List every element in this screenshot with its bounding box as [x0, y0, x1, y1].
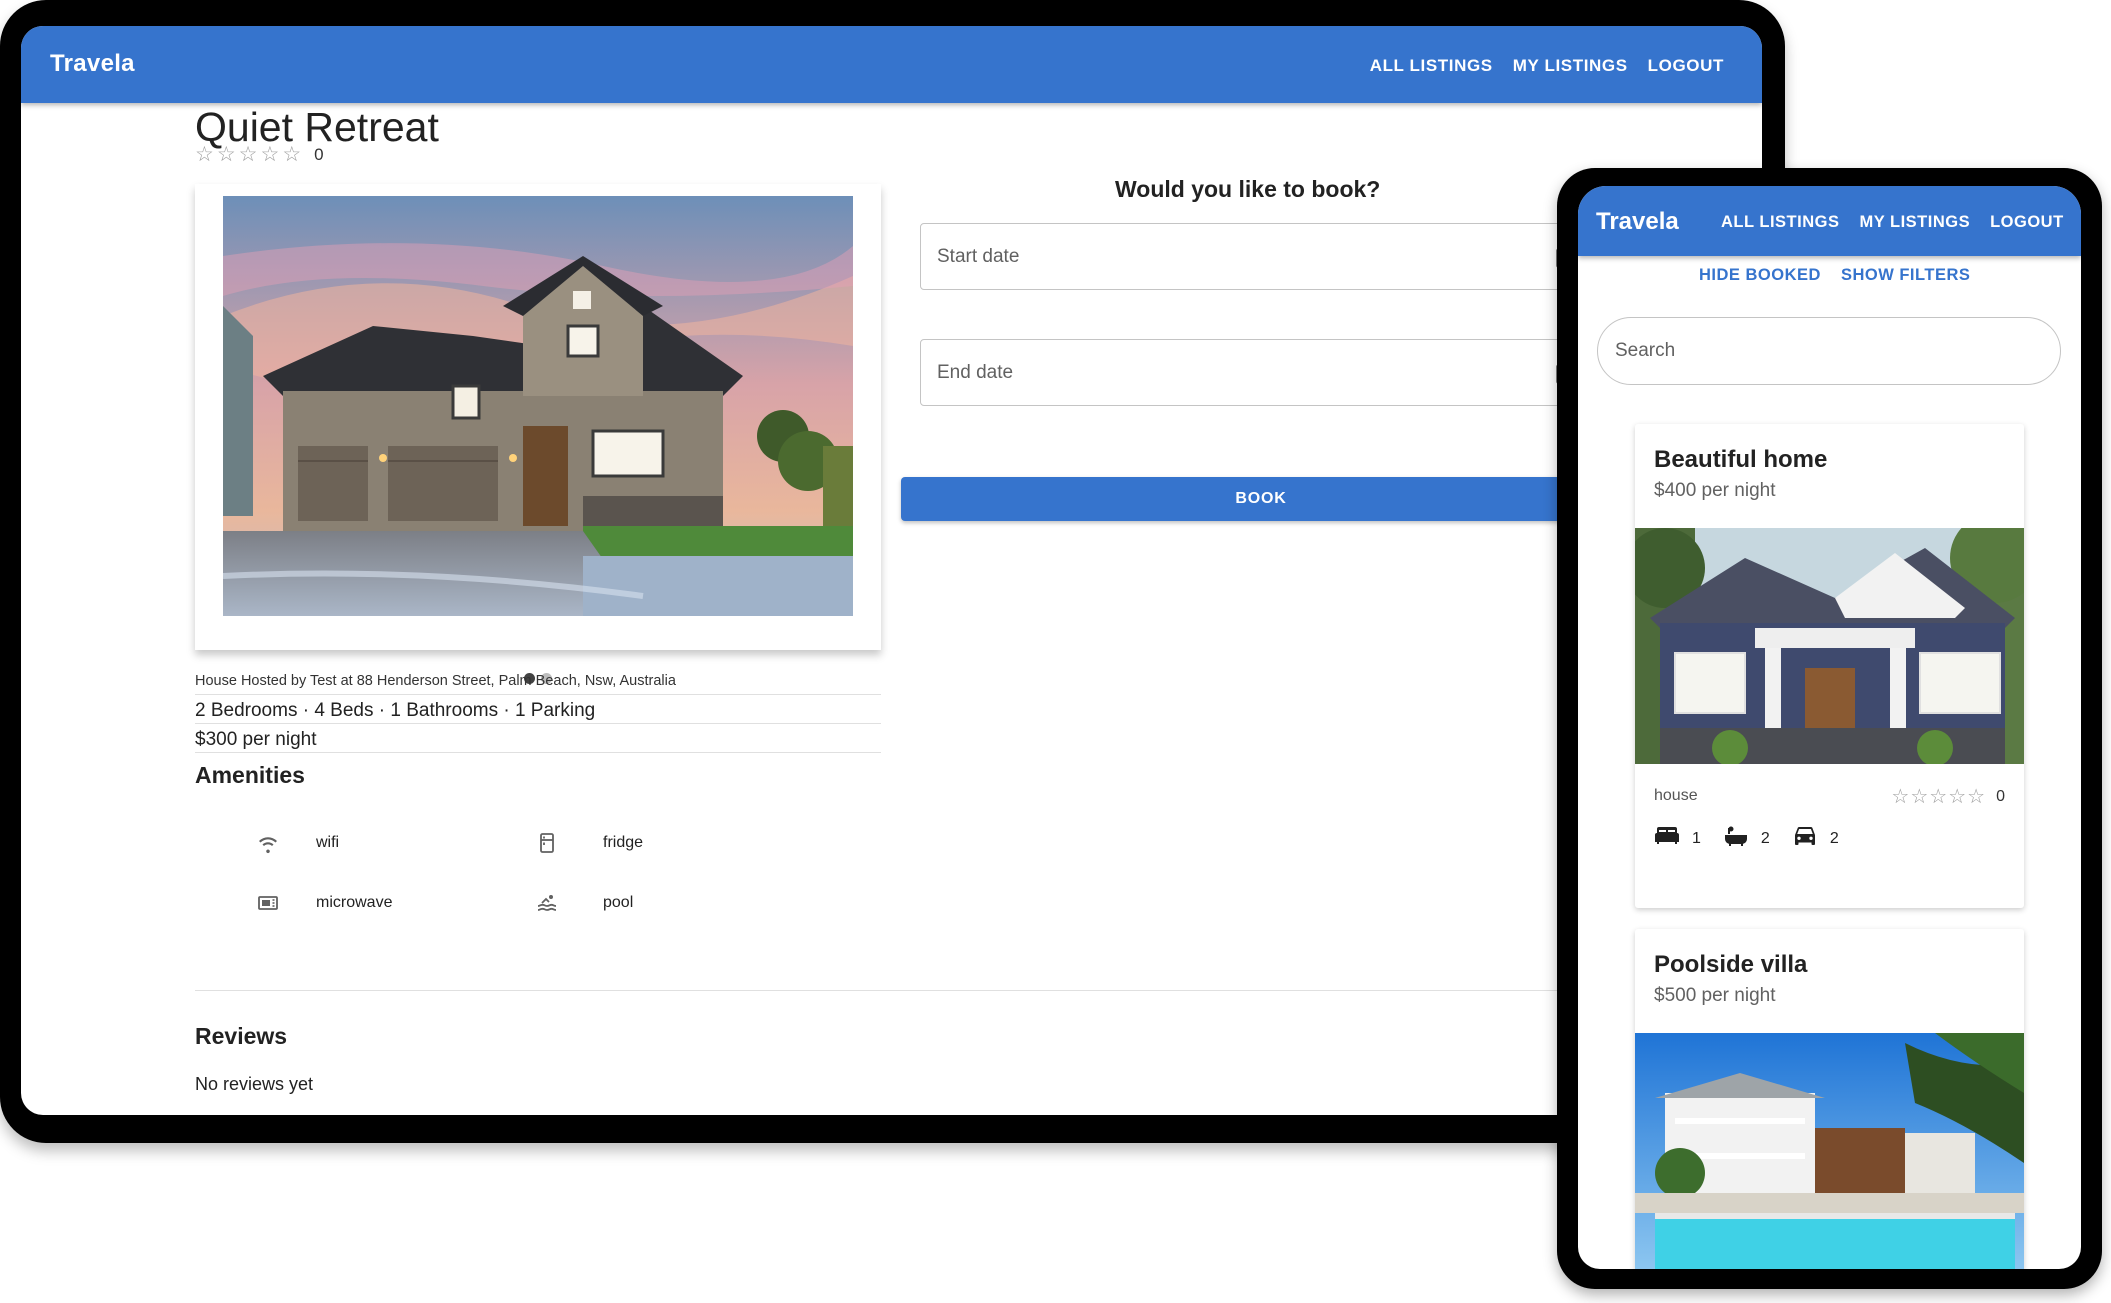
listing-card-price: $500 per night	[1654, 985, 1776, 1006]
photo-carousel[interactable]	[195, 184, 881, 650]
phone-device-frame: Travela ALL LISTINGS MY LISTINGS LOGOUT …	[1557, 168, 2102, 1289]
amenity-wifi: wifi	[254, 829, 339, 857]
top-nav: ALL LISTINGS MY LISTINGS LOGOUT	[1370, 56, 1724, 76]
amenity-label: pool	[603, 894, 634, 911]
rating-count: 0	[314, 144, 324, 164]
nav-my-listings[interactable]: MY LISTINGS	[1513, 56, 1628, 76]
reviews-heading: Reviews	[195, 1023, 288, 1049]
mobile-top-nav: ALL LISTINGS MY LISTINGS LOGOUT	[1721, 213, 2064, 232]
wifi-icon	[254, 829, 282, 857]
amenity-microwave: microwave	[254, 889, 392, 917]
divider	[195, 990, 1595, 991]
app-bar: Travela ALL LISTINGS MY LISTINGS LOGOUT	[21, 26, 1762, 103]
amenities-heading: Amenities	[195, 762, 305, 788]
divider	[195, 723, 881, 724]
bed-icon	[1654, 825, 1680, 852]
feature-value: 2	[1829, 829, 1839, 847]
feature-parking: 2	[1792, 825, 1839, 852]
tablet-screen: Travela ALL LISTINGS MY LISTINGS LOGOUT …	[21, 26, 1762, 1115]
hide-booked-button[interactable]: HIDE BOOKED	[1699, 266, 1821, 285]
bathtub-icon	[1723, 824, 1749, 853]
star-icon: ☆	[195, 143, 214, 166]
brand-logo[interactable]: Travela	[50, 50, 135, 78]
star-icon: ☆	[216, 143, 236, 166]
search-placeholder: Search	[1615, 340, 1676, 361]
amenity-label: fridge	[603, 834, 644, 851]
listing-card-type: house	[1654, 787, 1698, 804]
listing-card[interactable]: Beautiful home $400 per night house ☆ ☆ …	[1635, 424, 2024, 908]
listing-card-price: $400 per night	[1654, 480, 1776, 501]
listing-card-photo[interactable]	[1635, 1033, 2024, 1269]
star-icon: ☆	[1910, 786, 1929, 808]
feature-bedrooms: 1	[1654, 825, 1701, 852]
end-date-field[interactable]: End date	[920, 339, 1620, 406]
feature-value: 1	[1692, 829, 1701, 847]
car-icon	[1792, 825, 1818, 852]
amenity-fridge: fridge	[533, 829, 643, 857]
nav-logout[interactable]: LOGOUT	[1648, 56, 1724, 76]
rating-count: 0	[1996, 787, 2005, 805]
divider	[195, 752, 881, 753]
listing-photo	[223, 196, 853, 616]
star-icon: ☆	[1929, 786, 1948, 808]
star-icon: ☆	[238, 143, 258, 166]
show-filters-button[interactable]: SHOW FILTERS	[1841, 266, 1970, 285]
star-icon: ☆	[1891, 786, 1910, 808]
listing-card-title[interactable]: Poolside villa	[1654, 951, 1807, 979]
mobile-nav-my-listings[interactable]: MY LISTINGS	[1859, 213, 1970, 232]
mobile-nav-logout[interactable]: LOGOUT	[1990, 213, 2064, 232]
amenity-label: wifi	[316, 834, 340, 851]
mobile-brand-logo[interactable]: Travela	[1596, 208, 1679, 236]
nav-all-listings[interactable]: ALL LISTINGS	[1370, 56, 1493, 76]
listing-card-photo[interactable]	[1635, 528, 2024, 764]
price-per-night: $300 per night	[195, 729, 317, 750]
amenity-label: microwave	[316, 894, 393, 911]
microwave-icon	[254, 889, 282, 917]
phone-screen: Travela ALL LISTINGS MY LISTINGS LOGOUT …	[1578, 186, 2081, 1269]
listing-card-features: 1 2 2	[1654, 824, 1861, 853]
star-icon: ☆	[1948, 786, 1967, 808]
reviews-empty-text: No reviews yet	[195, 1074, 314, 1094]
listing-rating: ☆ ☆ ☆ ☆ ☆ 0	[195, 144, 324, 165]
divider	[195, 694, 881, 695]
feature-bathrooms: 2	[1723, 824, 1770, 853]
host-address: House Hosted by Test at 88 Henderson Str…	[195, 673, 676, 689]
booking-heading: Would you like to book?	[1115, 176, 1381, 202]
feature-value: 2	[1760, 829, 1770, 847]
amenity-pool: pool	[533, 889, 633, 917]
listing-toggles: HIDE BOOKED SHOW FILTERS	[1699, 266, 1970, 285]
tablet-device-frame: Travela ALL LISTINGS MY LISTINGS LOGOUT …	[0, 0, 1785, 1143]
listing-card[interactable]: Poolside villa $500 per night	[1635, 929, 2024, 1269]
listing-card-title[interactable]: Beautiful home	[1654, 446, 1827, 474]
fridge-icon	[533, 829, 561, 857]
start-date-placeholder: Start date	[937, 246, 1020, 267]
star-icon: ☆	[260, 143, 280, 166]
search-input[interactable]: Search	[1597, 317, 2061, 385]
property-facts: 2 Bedrooms · 4 Beds · 1 Bathrooms · 1 Pa…	[195, 700, 596, 721]
star-icon: ☆	[282, 143, 302, 166]
start-date-field[interactable]: Start date	[920, 223, 1620, 290]
mobile-nav-all-listings[interactable]: ALL LISTINGS	[1721, 213, 1839, 232]
star-icon: ☆	[1967, 786, 1986, 808]
pool-icon	[533, 889, 561, 917]
listing-card-rating: ☆ ☆ ☆ ☆ ☆ 0	[1891, 784, 2005, 809]
end-date-placeholder: End date	[937, 362, 1014, 383]
book-button[interactable]: BOOK	[901, 477, 1621, 521]
mobile-app-bar: Travela ALL LISTINGS MY LISTINGS LOGOUT	[1578, 186, 2081, 256]
